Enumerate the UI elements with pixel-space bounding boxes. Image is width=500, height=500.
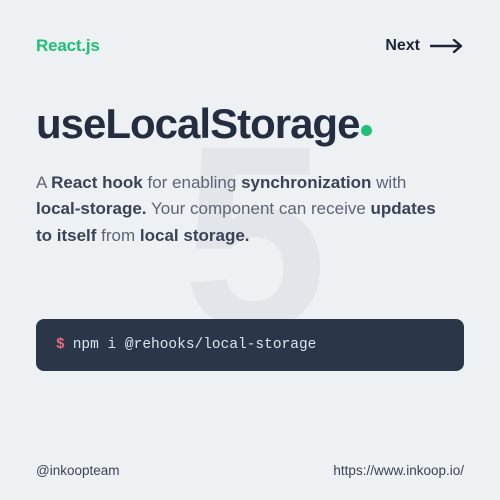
- header: React.js Next: [36, 36, 464, 56]
- desc-text: from: [96, 226, 139, 245]
- page-title: useLocalStorage: [36, 100, 359, 147]
- next-button[interactable]: Next: [385, 37, 464, 55]
- arrow-right-icon: [430, 39, 464, 53]
- social-handle: @inkoopteam: [36, 463, 120, 478]
- desc-text: Your component can receive: [147, 199, 371, 218]
- desc-text: for enabling: [143, 173, 241, 192]
- footer: @inkoopteam https://www.inkoop.io/: [36, 463, 464, 478]
- desc-bold: local storage.: [140, 226, 250, 245]
- desc-bold: local-storage.: [36, 199, 147, 218]
- description: A React hook for enabling synchronizatio…: [36, 170, 446, 249]
- title-row: useLocalStorage: [36, 100, 464, 148]
- desc-text: with: [371, 173, 406, 192]
- desc-text: A: [36, 173, 51, 192]
- card: React.js Next 5 useLocalStorage A React …: [0, 0, 500, 500]
- desc-bold: synchronization: [241, 173, 371, 192]
- code-block: $ npm i @rehooks/local-storage: [36, 319, 464, 371]
- brand-label: React.js: [36, 36, 100, 56]
- website-url: https://www.inkoop.io/: [333, 463, 464, 478]
- desc-bold: React hook: [51, 173, 143, 192]
- shell-command: npm i @rehooks/local-storage: [73, 337, 317, 353]
- shell-prompt: $: [56, 337, 65, 353]
- next-label: Next: [385, 37, 420, 55]
- accent-dot-icon: [361, 125, 372, 136]
